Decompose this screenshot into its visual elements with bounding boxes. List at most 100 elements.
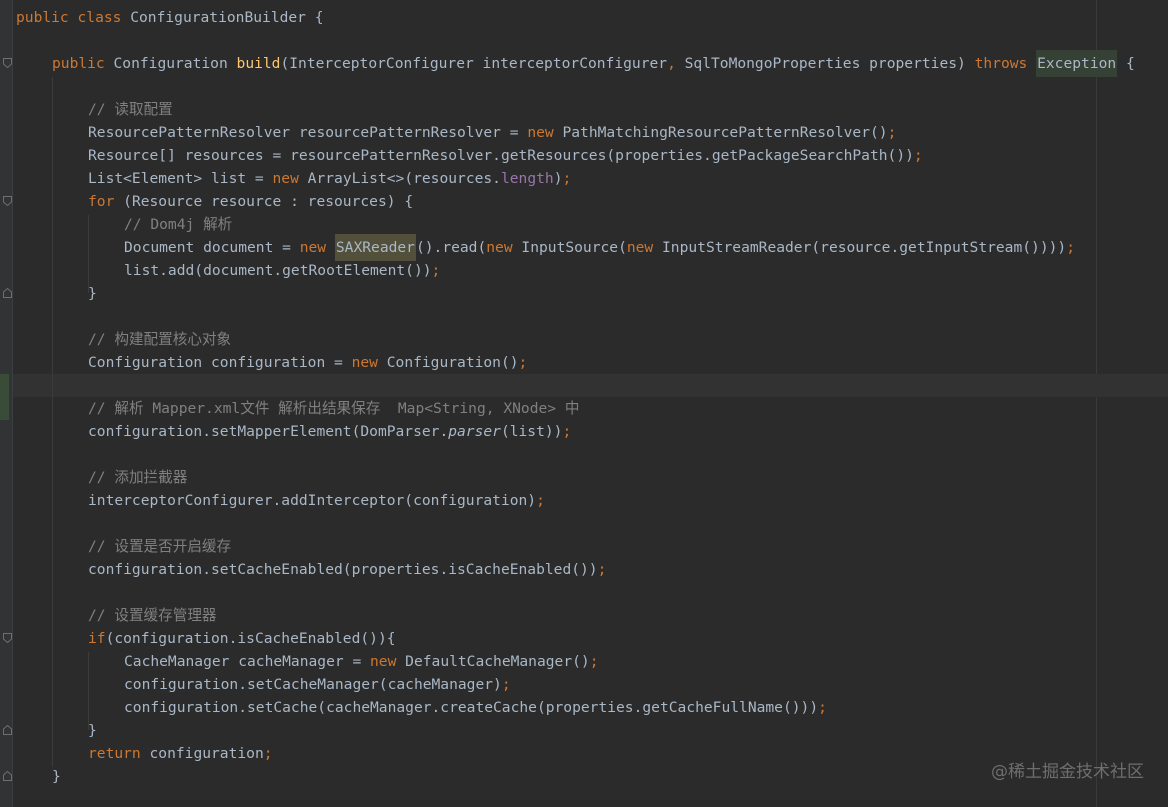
code-line-for-loop[interactable]: for (Resource resource : resources) { — [16, 190, 413, 213]
current-line-highlight — [13, 374, 1168, 397]
code-line-if-statement[interactable]: if (configuration.isCacheEnabled()){ — [16, 627, 396, 650]
code-text: configuration.setCache(cacheManager.crea… — [124, 699, 819, 716]
comment-text: // 构建配置核心对象 — [88, 331, 232, 348]
code-text: InputStreamReader(resource.getInputStrea… — [662, 239, 1058, 256]
code-line[interactable]: ResourcePatternResolver resourcePatternR… — [16, 121, 896, 144]
keyword: new — [351, 354, 387, 371]
comment-text: // 设置缓存管理器 — [88, 607, 217, 624]
code-text: Document document = — [124, 239, 300, 256]
code-line[interactable]: Resource[] resources = resourcePatternRe… — [16, 144, 923, 167]
fold-end-icon[interactable] — [3, 771, 12, 781]
keyword: public class — [16, 9, 131, 26]
semicolon: ; — [887, 124, 897, 141]
code-line[interactable]: configuration.setCacheEnabled(properties… — [16, 558, 606, 581]
semicolon: ; — [536, 492, 545, 509]
code-comment[interactable]: // 读取配置 — [16, 98, 173, 121]
field-reference: length — [500, 170, 554, 187]
right-margin-guide — [1096, 0, 1097, 807]
semicolon: ; — [562, 170, 572, 187]
keyword: public — [52, 55, 114, 72]
code-line[interactable]: list.add(document.getRootElement()); — [16, 259, 440, 282]
fold-toggle-icon[interactable] — [3, 196, 12, 206]
fold-toggle-icon[interactable] — [3, 633, 12, 643]
code-text: (Resource resource : resources) { — [123, 193, 414, 210]
keyword: new — [370, 653, 406, 670]
code-comment[interactable]: // 设置是否开启缓存 — [16, 535, 231, 558]
semicolon: ; — [263, 745, 273, 762]
parameter: SqlToMongoProperties properties) — [684, 55, 975, 72]
code-text: (list)) — [500, 423, 563, 440]
return-type: Configuration — [113, 55, 237, 72]
semicolon: ; — [518, 354, 528, 371]
code-text: List<Element> list = — [88, 170, 273, 187]
keyword: new — [527, 124, 563, 141]
code-comment[interactable]: // 设置缓存管理器 — [16, 604, 217, 627]
code-text: ) — [553, 170, 563, 187]
keyword: new — [486, 239, 522, 256]
semicolon: ; — [818, 699, 827, 716]
code-text: configuration.setCacheEnabled(properties… — [88, 561, 598, 578]
semicolon: ; — [431, 262, 441, 279]
semicolon: ; — [913, 147, 923, 164]
code-text: DefaultCacheManager() — [405, 653, 590, 670]
semicolon: ; — [501, 676, 511, 693]
vcs-change-marker[interactable] — [0, 374, 9, 420]
comma: , — [667, 55, 685, 72]
fold-end-icon[interactable] — [3, 288, 12, 298]
highlighted-class-name: SAXReader — [334, 234, 416, 261]
code-editor[interactable]: public class ConfigurationBuilder { publ… — [0, 0, 1168, 807]
code-text: ResourcePatternResolver resourcePatternR… — [88, 124, 528, 141]
fold-end-icon[interactable] — [3, 725, 12, 735]
code-line[interactable]: Document document = new SAXReader ().read… — [16, 234, 1075, 261]
code-line[interactable]: } — [16, 765, 61, 788]
code-text: interceptorConfigurer.addInterceptor(con… — [88, 492, 537, 509]
highlighted-exception: Exception — [1036, 50, 1118, 77]
code-text: configuration — [149, 745, 264, 762]
code-line[interactable]: configuration.setMapperElement(DomParser… — [16, 420, 571, 443]
keyword: return — [88, 745, 150, 762]
code-text: ().read( — [415, 239, 487, 256]
watermark-text: @稀土掘金技术社区 — [991, 762, 1144, 782]
gutter-divider — [12, 0, 13, 807]
code-line[interactable]: configuration.setCache(cacheManager.crea… — [16, 696, 827, 719]
code-text: (configuration.isCacheEnabled()){ — [105, 630, 396, 647]
code-line-method-signature[interactable]: public Configuration build (InterceptorCo… — [16, 50, 1135, 77]
code-comment[interactable]: // Dom4j 解析 — [16, 213, 232, 236]
code-text: CacheManager cacheManager = — [124, 653, 371, 670]
comment-text: // Dom4j 解析 — [124, 216, 233, 233]
comment-text: // 读取配置 — [88, 101, 173, 118]
closing-brace: } — [88, 722, 97, 739]
code-text: ArrayList<>(resources. — [307, 170, 501, 187]
keyword: new — [272, 170, 308, 187]
code-text: Configuration configuration = — [88, 354, 352, 371]
code-comment[interactable]: // 构建配置核心对象 — [16, 328, 231, 351]
comment-text: // 解析 Mapper.xml文件 解析出结果保存 Map<String, X… — [88, 400, 580, 417]
keyword: new — [299, 239, 335, 256]
class-name: ConfigurationBuilder { — [130, 9, 324, 26]
code-text: configuration.setCacheManager(cacheManag… — [124, 676, 502, 693]
code-line[interactable]: Configuration configuration = new Config… — [16, 351, 527, 374]
fold-toggle-icon[interactable] — [3, 58, 12, 68]
closing-brace: } — [88, 285, 97, 302]
code-line-class-declaration[interactable]: public class ConfigurationBuilder { — [16, 6, 324, 29]
parameter: (InterceptorConfigurer interceptorConfig… — [280, 55, 668, 72]
semicolon: ; — [589, 653, 599, 670]
code-comment[interactable]: // 解析 Mapper.xml文件 解析出结果保存 Map<String, X… — [16, 397, 579, 420]
code-line[interactable]: CacheManager cacheManager = new DefaultC… — [16, 650, 598, 673]
code-line[interactable]: List<Element> list = new ArrayList<>(res… — [16, 167, 571, 190]
code-comment[interactable]: // 添加拦截器 — [16, 466, 187, 489]
code-line[interactable]: interceptorConfigurer.addInterceptor(con… — [16, 489, 545, 512]
code-line[interactable]: configuration.setCacheManager(cacheManag… — [16, 673, 511, 696]
comment-text: // 设置是否开启缓存 — [88, 538, 232, 555]
code-line-return[interactable]: return configuration; — [16, 742, 273, 765]
code-text: PathMatchingResourcePatternResolver() — [562, 124, 888, 141]
code-line[interactable]: } — [16, 719, 97, 742]
semicolon: ; — [597, 561, 607, 578]
static-method-call: parser — [448, 423, 501, 440]
brace: { — [1117, 55, 1135, 72]
comment-text: // 添加拦截器 — [88, 469, 188, 486]
semicolon: ; — [562, 423, 572, 440]
code-line[interactable]: } — [16, 282, 97, 305]
semicolon: ; — [1066, 239, 1075, 256]
keyword: for — [88, 193, 124, 210]
